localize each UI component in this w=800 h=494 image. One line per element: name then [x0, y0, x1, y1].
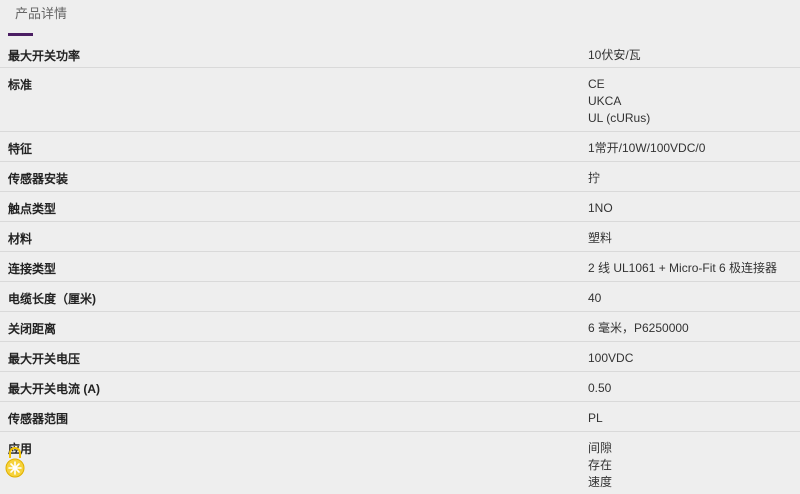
spec-label: 电缆长度（厘米): [8, 292, 96, 306]
spec-value: 6 毫米，P6250000: [588, 321, 689, 335]
table-row: 最大开关功率 10伏安/瓦: [0, 38, 800, 68]
spec-value: 拧: [588, 171, 601, 185]
spec-label: 传感器安装: [8, 172, 69, 186]
spec-value: 1常开/10W/100VDC/0: [588, 141, 706, 155]
spec-value: 0.50: [588, 381, 612, 395]
spec-label: 特征: [8, 142, 33, 156]
spec-value: 间隙 存在 速度: [588, 441, 613, 489]
table-row: 传感器范围 PL: [0, 402, 800, 432]
spec-label: 标准: [8, 78, 33, 92]
tab-product-details[interactable]: 产品详情: [15, 3, 67, 22]
table-row: 特征 1常开/10W/100VDC/0: [0, 132, 800, 162]
table-row: 最大开关电压 100VDC: [0, 342, 800, 372]
spec-label: 传感器范围: [8, 412, 69, 426]
table-row: 传感器安装 拧: [0, 162, 800, 192]
table-row: 标准 CE UKCA UL (cURus): [0, 68, 800, 132]
table-row: 关闭距离 6 毫米，P6250000: [0, 312, 800, 342]
spec-value: PL: [588, 411, 603, 425]
table-row: 材料 塑料: [0, 222, 800, 252]
spec-value: 40: [588, 291, 602, 305]
spec-label: 材料: [8, 232, 33, 246]
spec-value: CE UKCA UL (cURus): [588, 77, 651, 125]
active-tab-indicator: [8, 33, 33, 36]
table-row: 最大开关电流 (A) 0.50: [0, 372, 800, 402]
spec-value: 塑料: [588, 231, 613, 245]
spec-value: 10伏安/瓦: [588, 48, 641, 62]
spec-label: 连接类型: [8, 262, 57, 276]
spec-value: 2 线 UL1061 + Micro-Fit 6 极连接器: [588, 261, 778, 275]
spec-label: 关闭距离: [8, 322, 57, 336]
spec-label: 最大开关电压: [8, 352, 81, 366]
spec-table: 最大开关功率 10伏安/瓦 标准 CE UKCA UL (cURus) 特征 1…: [0, 38, 800, 494]
spec-label: 最大开关功率: [8, 49, 81, 63]
spec-value: 100VDC: [588, 351, 634, 365]
lock-sun-icon[interactable]: [4, 446, 26, 480]
spec-label: 应用: [8, 442, 33, 456]
spec-label: 触点类型: [8, 202, 57, 216]
table-row: 触点类型 1NO: [0, 192, 800, 222]
spec-label: 最大开关电流 (A): [8, 382, 100, 396]
spec-value: 1NO: [588, 201, 613, 215]
table-row: 电缆长度（厘米) 40: [0, 282, 800, 312]
table-row: 连接类型 2 线 UL1061 + Micro-Fit 6 极连接器: [0, 252, 800, 282]
page-header: 产品详情: [0, 0, 800, 38]
table-row: 应用 间隙 存在 速度: [0, 432, 800, 494]
